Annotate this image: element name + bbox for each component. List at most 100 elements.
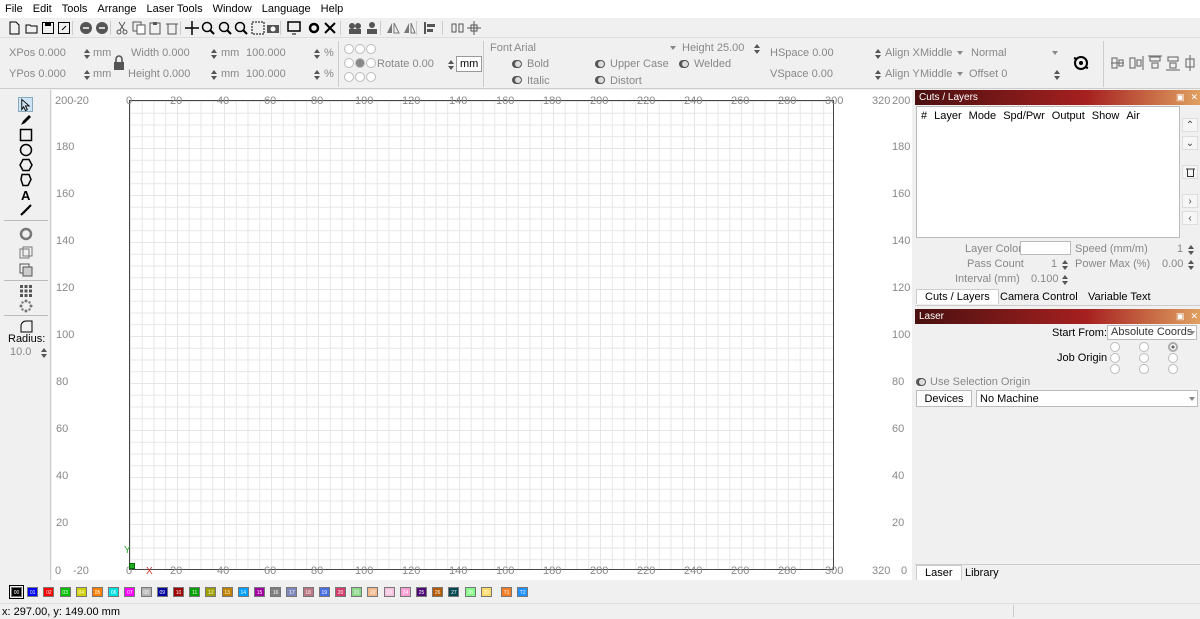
- menu-help[interactable]: Help: [316, 3, 349, 15]
- machine-dropdown-arrow[interactable]: [1189, 397, 1195, 401]
- color-swatch-05[interactable]: 05: [92, 587, 103, 597]
- close-icon[interactable]: ✕: [1190, 90, 1198, 105]
- menu-laser-tools[interactable]: Laser Tools: [142, 3, 208, 15]
- column-header[interactable]: Air: [1126, 110, 1139, 122]
- menu-edit[interactable]: Edit: [28, 3, 57, 15]
- color-swatch-21[interactable]: 21: [351, 587, 363, 597]
- cut-icon[interactable]: [114, 20, 130, 36]
- align-y-dropdown-arrow[interactable]: [957, 72, 963, 76]
- color-swatch-16[interactable]: 16: [270, 587, 282, 597]
- rotate-spinner[interactable]: [448, 60, 454, 70]
- rotate-field[interactable]: Rotate 0.00: [377, 58, 434, 70]
- copy-icon[interactable]: [131, 20, 147, 36]
- color-swatch-20[interactable]: 20: [335, 587, 346, 597]
- color-swatch-10[interactable]: 10: [173, 587, 184, 597]
- speed-spinner[interactable]: [1188, 245, 1194, 255]
- float-icon[interactable]: ▣: [1176, 90, 1185, 105]
- user-icon[interactable]: [364, 20, 380, 36]
- color-swatch-23[interactable]: 23: [383, 587, 395, 597]
- color-swatch-04[interactable]: 04: [75, 587, 87, 597]
- tab-library[interactable]: Library: [965, 567, 999, 579]
- font-select[interactable]: Arial: [514, 42, 536, 54]
- select-arrow-icon[interactable]: [18, 97, 33, 112]
- color-swatch-25[interactable]: 25: [416, 587, 427, 597]
- font-height-field[interactable]: Height 25.00: [682, 42, 744, 54]
- save-icon[interactable]: [40, 20, 56, 36]
- job-origin-top-center[interactable]: [1139, 342, 1149, 352]
- color-swatch-24[interactable]: 24: [399, 587, 411, 597]
- column-header[interactable]: Output: [1052, 110, 1085, 122]
- tools-icon[interactable]: [322, 20, 338, 36]
- new-file-icon[interactable]: [6, 20, 22, 36]
- lock-icon[interactable]: [113, 55, 125, 71]
- ypos-field[interactable]: YPos 0.000: [9, 68, 66, 80]
- rectangle-icon[interactable]: [18, 127, 33, 142]
- menu-arrange[interactable]: Arrange: [92, 3, 141, 15]
- move-layer-up-button[interactable]: ⌃: [1182, 118, 1198, 132]
- distribute-icon[interactable]: [450, 20, 466, 36]
- mode-dropdown-arrow[interactable]: [1052, 51, 1058, 55]
- measure-icon[interactable]: [18, 202, 33, 217]
- anchor-top-left[interactable]: [344, 44, 354, 54]
- offset-field[interactable]: Offset 0: [969, 68, 1007, 80]
- zoom-fit-icon[interactable]: [250, 20, 266, 36]
- color-swatch-26[interactable]: 26: [432, 587, 444, 597]
- collapse-layer-button[interactable]: ‹: [1182, 211, 1198, 225]
- pass-count-spinner[interactable]: [1062, 260, 1068, 270]
- apply-path-icon[interactable]: [1072, 54, 1090, 72]
- xpos-field[interactable]: XPos 0.000: [9, 47, 66, 59]
- offset-spinner[interactable]: [1054, 70, 1060, 80]
- xpos-spinner[interactable]: [84, 49, 90, 59]
- menu-file[interactable]: File: [0, 3, 28, 15]
- distort-toggle[interactable]: [595, 76, 605, 84]
- ellipse-icon[interactable]: [18, 142, 33, 157]
- anchor-center[interactable]: [355, 58, 365, 68]
- center-icon[interactable]: [466, 20, 482, 36]
- color-swatch-00[interactable]: 00: [9, 585, 24, 599]
- corner-icon[interactable]: [18, 318, 33, 333]
- unit-toggle-button[interactable]: mm: [456, 56, 483, 72]
- column-header[interactable]: Mode: [969, 110, 997, 122]
- devices-button[interactable]: Devices: [916, 390, 972, 407]
- align-tools-icon[interactable]: [1110, 55, 1200, 71]
- job-origin-top-left[interactable]: [1110, 342, 1120, 352]
- expand-layer-button[interactable]: ›: [1182, 194, 1198, 208]
- circle-gear-icon[interactable]: [18, 226, 33, 241]
- use-selection-origin-toggle[interactable]: [916, 378, 926, 386]
- hspace-field[interactable]: HSpace 0.00: [770, 47, 834, 59]
- color-swatch-07[interactable]: 07: [124, 587, 136, 597]
- width-spinner[interactable]: [211, 49, 217, 59]
- menu-tools[interactable]: Tools: [57, 3, 93, 15]
- color-swatch-T2[interactable]: T2: [517, 587, 529, 597]
- upper-case-toggle[interactable]: [595, 60, 605, 68]
- grid-array-icon[interactable]: [18, 283, 33, 298]
- tab-camera-control[interactable]: Camera Control: [1000, 291, 1078, 303]
- font-dropdown-arrow[interactable]: [670, 46, 676, 50]
- anchor-middle-right[interactable]: [366, 58, 376, 68]
- color-swatch-09[interactable]: 09: [156, 587, 168, 597]
- color-swatch-13[interactable]: 13: [221, 587, 233, 597]
- align-y-select[interactable]: Middle: [920, 68, 952, 80]
- interval-field[interactable]: 0.100: [1031, 273, 1059, 285]
- welded-toggle[interactable]: [679, 60, 689, 68]
- settings-icon[interactable]: [306, 20, 322, 36]
- mode-select[interactable]: Normal: [971, 47, 1006, 59]
- zoom-out-icon[interactable]: [217, 20, 233, 36]
- color-swatch-11[interactable]: 11: [189, 587, 201, 597]
- color-swatch-27[interactable]: 27: [448, 587, 460, 597]
- work-area-grid[interactable]: [129, 100, 834, 570]
- job-origin-bottom-right[interactable]: [1168, 364, 1178, 374]
- start-from-dropdown-arrow[interactable]: [1189, 331, 1195, 335]
- job-origin-top-right[interactable]: [1168, 342, 1178, 352]
- polygon-icon[interactable]: [18, 157, 33, 172]
- color-swatch-14[interactable]: 14: [237, 587, 249, 597]
- delete-icon[interactable]: [164, 20, 180, 36]
- align-icon[interactable]: [422, 20, 438, 36]
- pentagon-icon[interactable]: [18, 172, 33, 187]
- color-swatch-02[interactable]: 02: [43, 587, 55, 597]
- power-max-field[interactable]: 0.00: [1162, 258, 1183, 270]
- zoom-in-icon[interactable]: [200, 20, 216, 36]
- height-field[interactable]: Height 0.000: [128, 68, 190, 80]
- column-header[interactable]: #: [921, 110, 927, 122]
- undo-icon[interactable]: [78, 20, 94, 36]
